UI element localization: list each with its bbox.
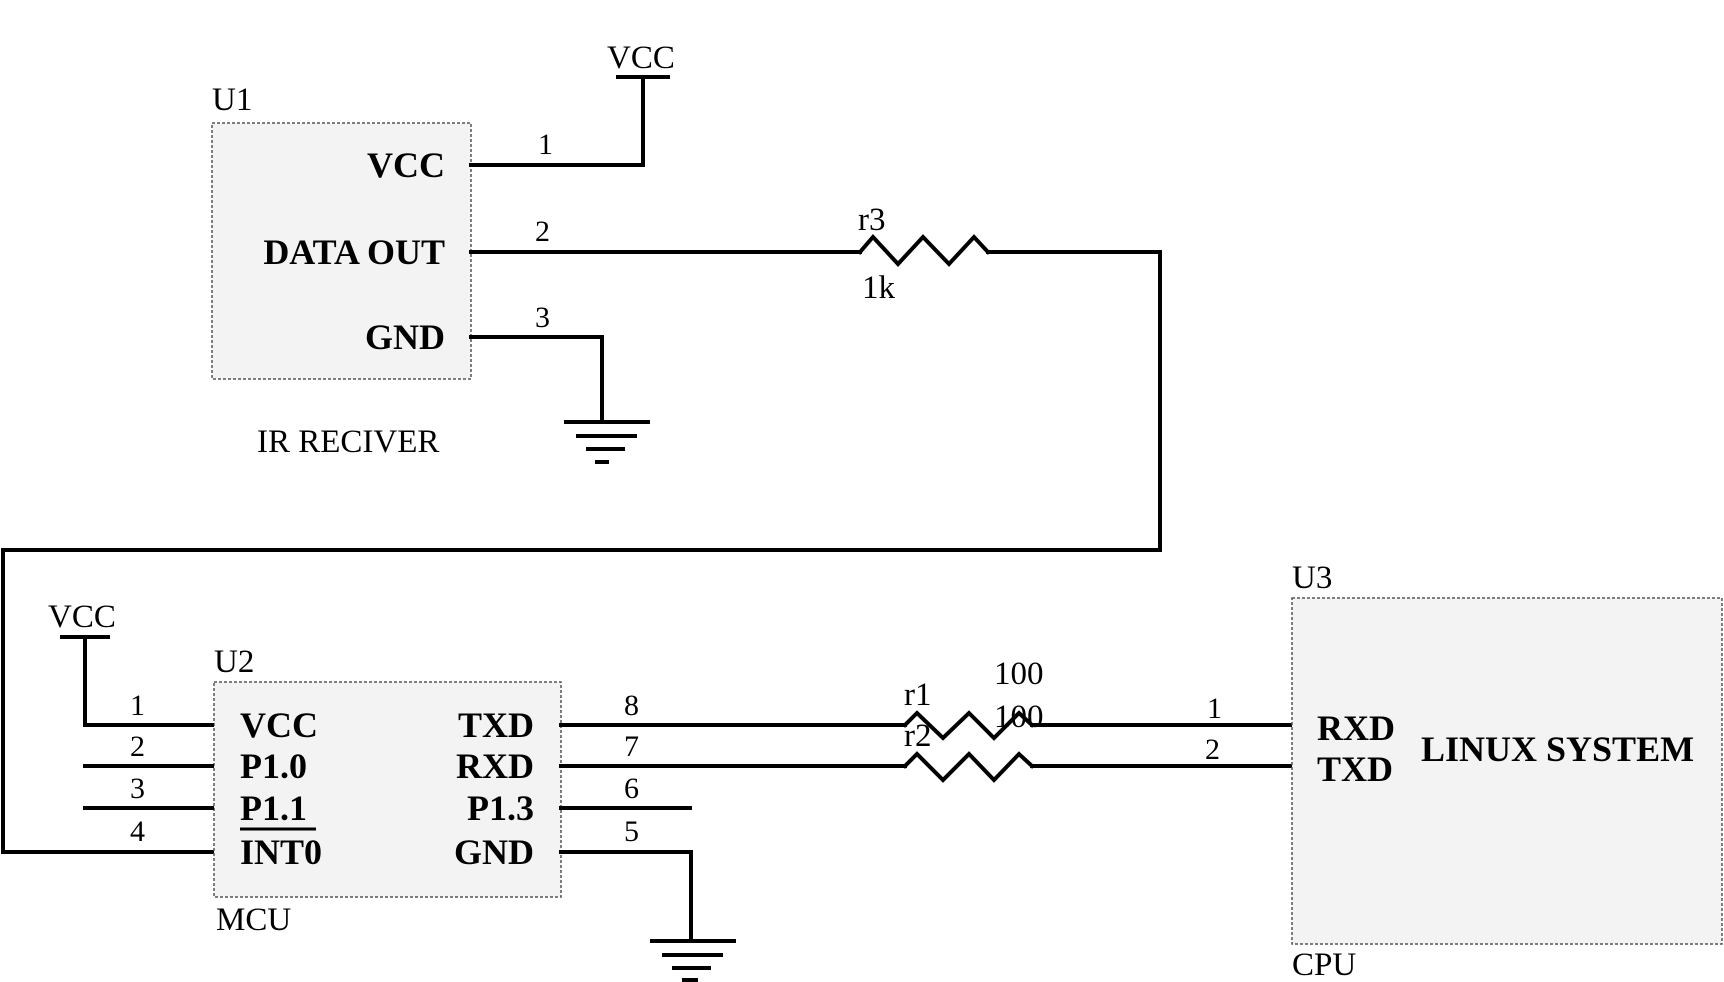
net-u2-vcc	[83, 638, 214, 727]
r1-ref: r1	[904, 677, 932, 713]
u2-pin-num-4: 4	[130, 815, 145, 848]
u1-name: IR RECIVER	[257, 424, 439, 460]
u2-pin-num-3: 3	[130, 772, 145, 805]
u2-name: MCU	[216, 902, 291, 938]
ground-symbol-top	[469, 335, 650, 464]
u2-pin-label-p1-0: P1.0	[240, 746, 307, 786]
u1-pin-num-1: 1	[538, 128, 553, 161]
u3-ref: U3	[1292, 560, 1332, 596]
u2-pin-label-gnd: GND	[454, 832, 534, 872]
u3-pin-label-txd: TXD	[1317, 749, 1393, 789]
u1-pin-label-gnd: GND	[365, 317, 445, 357]
u2-pin-label-vcc: VCC	[240, 705, 318, 745]
ground-symbol-bottom	[559, 850, 736, 982]
component-u1: U1 VCC DATA OUT GND 1 2 3 IR RECIVER	[211, 82, 553, 460]
u2-pin-label-txd: TXD	[458, 705, 534, 745]
u2-pin-num-5: 5	[624, 815, 639, 848]
u3-pin-label-rxd: RXD	[1317, 708, 1395, 748]
u3-pin-num-2: 2	[1205, 733, 1220, 766]
u2-pin-num-1: 1	[130, 689, 145, 722]
schematic-canvas: U1 VCC DATA OUT GND 1 2 3 IR RECIVER VCC…	[1, 40, 1723, 982]
u1-pin-num-2: 2	[535, 215, 550, 248]
resistor-r3-icon	[857, 234, 991, 267]
vcc-label-top: VCC	[607, 40, 675, 76]
vcc-label-left: VCC	[48, 599, 116, 635]
r2-value: 100	[994, 699, 1044, 735]
r3-value: 1k	[862, 270, 896, 306]
net-u1-gnd	[469, 335, 604, 422]
net-u1-vcc	[469, 75, 645, 167]
r3-ref: r3	[858, 202, 886, 238]
u2-pin-label-rxd: RXD	[456, 746, 534, 786]
u2-pin-num-8: 8	[624, 689, 639, 722]
u2-pin-label-int0: INT0	[240, 832, 322, 872]
wire-to-int0	[1, 250, 1162, 854]
u1-pin-label-vcc: VCC	[367, 145, 445, 185]
net-u2-gnd	[559, 850, 693, 942]
u2-pin-num-2: 2	[130, 730, 145, 763]
net-data-out: r3 1k	[1, 202, 1162, 854]
u3-pin-num-1: 1	[1207, 692, 1222, 725]
u3-body-text: LINUX SYSTEM	[1421, 729, 1694, 769]
u1-pin-label-data-out: DATA OUT	[263, 232, 445, 272]
u1-ref: U1	[212, 82, 252, 118]
component-u2: U2 MCU VCC P1.0 P1.1 INT0 TXD RXD P1.3 G…	[83, 638, 692, 938]
u3-name: CPU	[1292, 947, 1356, 982]
u2-pin-label-p1-1: P1.1	[240, 788, 307, 828]
u2-pin-num-7: 7	[624, 730, 639, 763]
u1-pin-num-3: 3	[535, 301, 550, 334]
vcc-symbol-top: VCC	[469, 40, 675, 167]
component-u3: U3 CPU RXD TXD LINUX SYSTEM 1 2	[1205, 560, 1723, 982]
resistor-r2-icon	[902, 751, 1035, 783]
vcc-symbol-left: VCC	[48, 599, 116, 639]
r2-ref: r2	[904, 718, 932, 754]
u2-ref: U2	[214, 644, 254, 680]
r1-value: 100	[994, 656, 1044, 692]
u2-pin-label-p1-3: P1.3	[467, 788, 534, 828]
u2-pin-num-6: 6	[624, 772, 639, 805]
